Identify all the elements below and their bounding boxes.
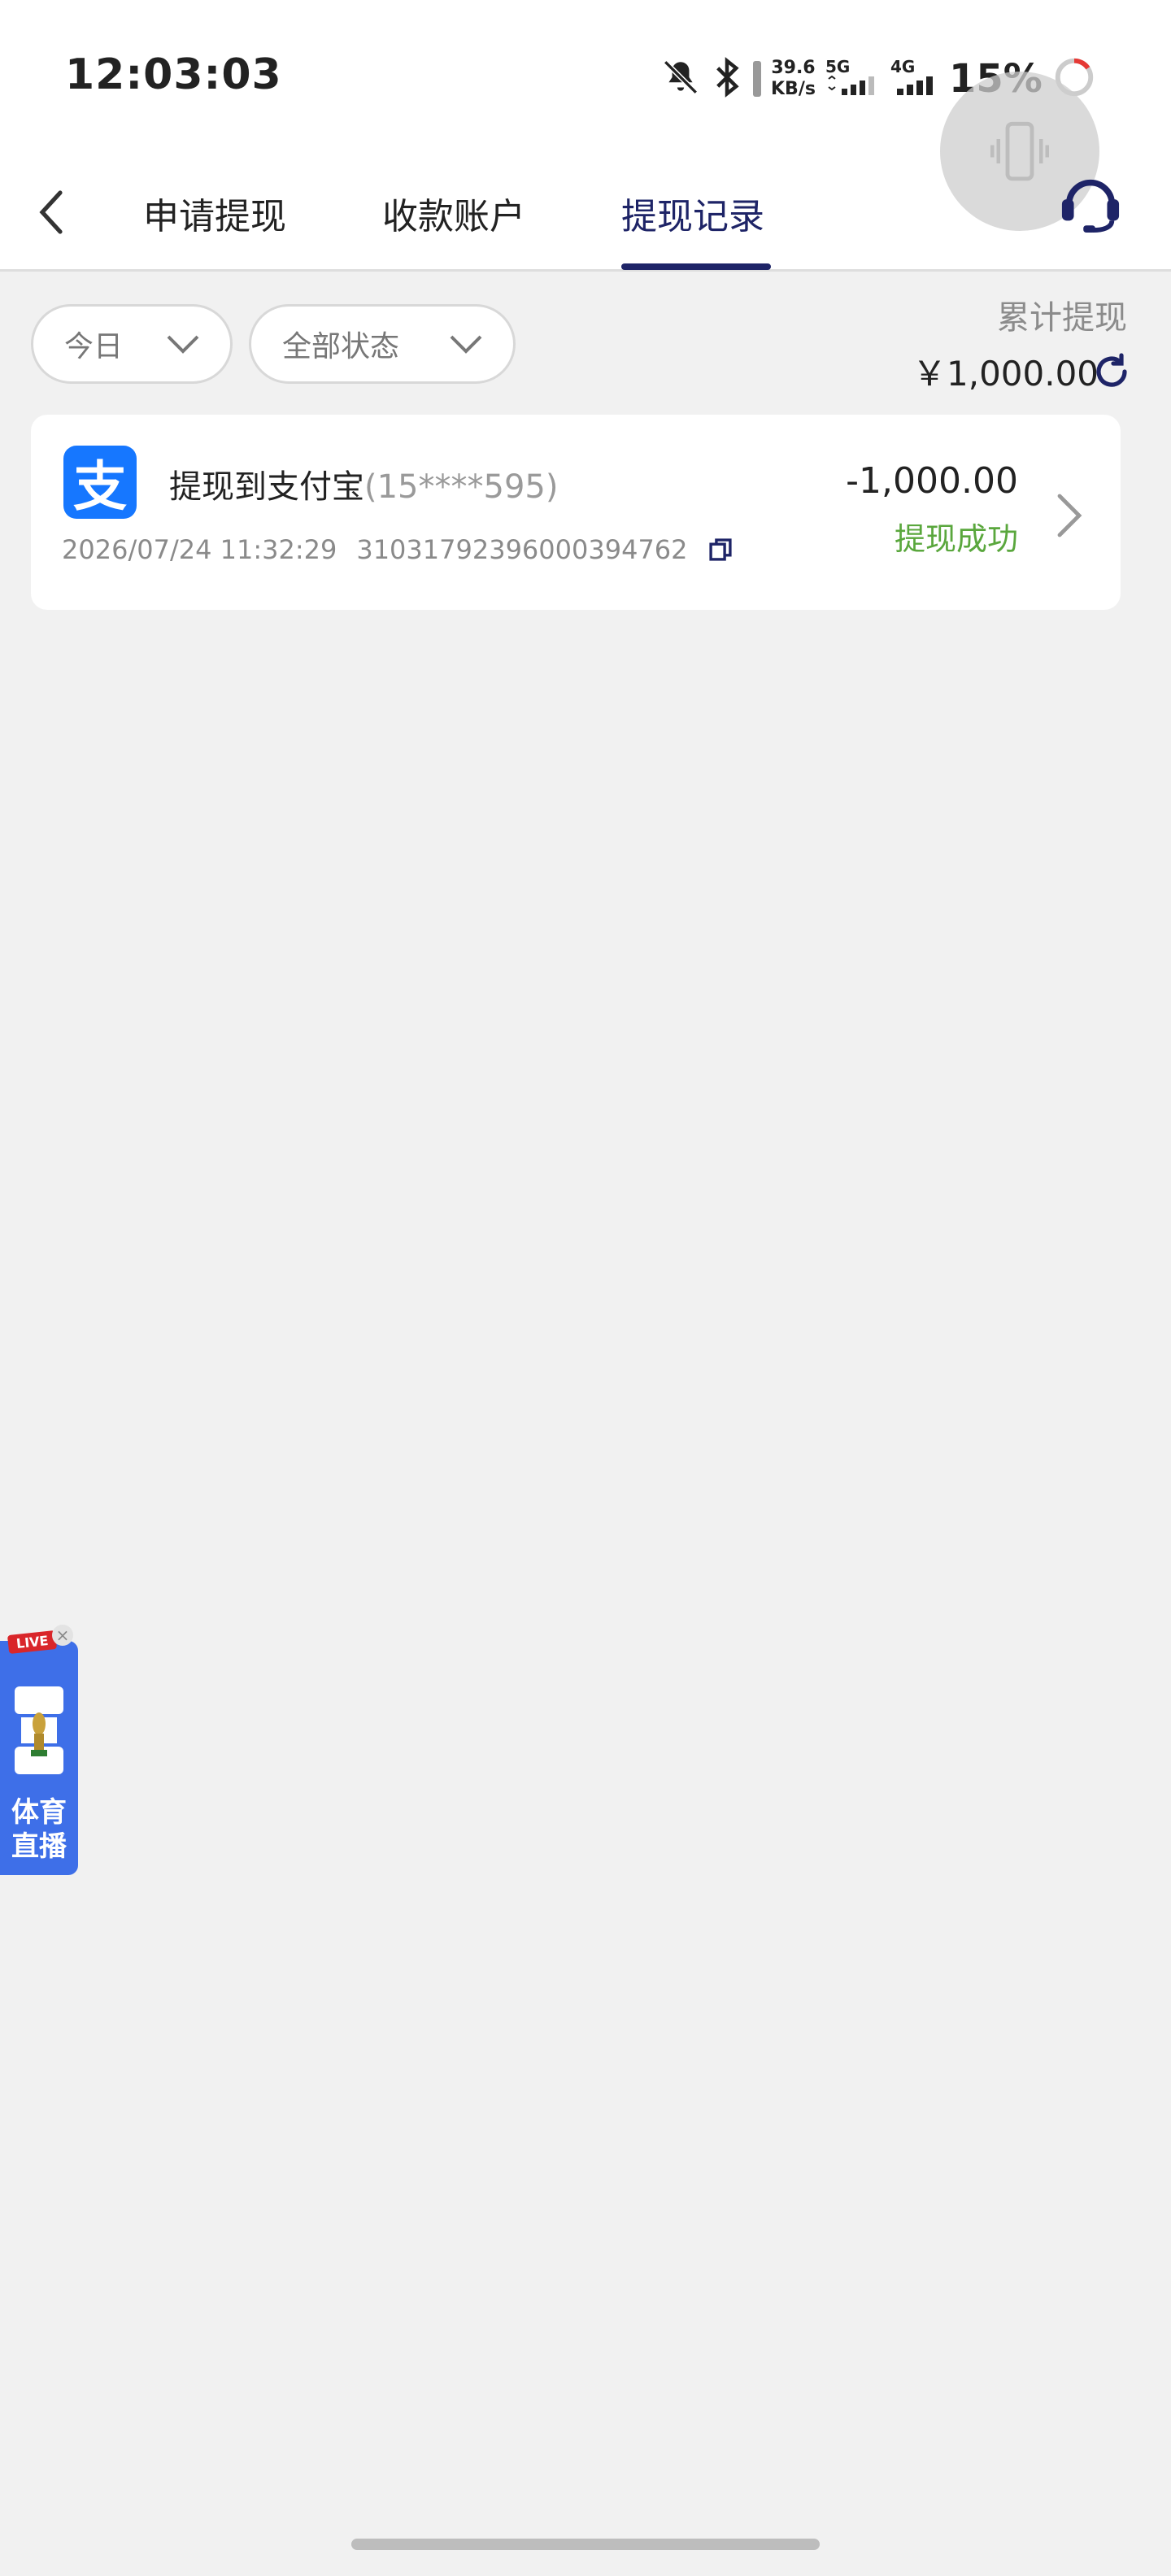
live-sports-badge[interactable]: LIVE × 体育 直播 <box>0 1625 78 1875</box>
active-tab-indicator <box>621 263 771 270</box>
status-filter-label: 全部状态 <box>282 330 400 363</box>
record-amount: -1,000.00 <box>846 460 1018 502</box>
signal-icon <box>890 76 939 100</box>
alipay-logo-icon: 支 <box>63 446 137 519</box>
record-datetime: 2026/07/24 11:32:29 <box>62 534 337 565</box>
network-4g: 4G <box>890 58 939 100</box>
refresh-button[interactable] <box>1090 350 1134 394</box>
tab-receiving-account[interactable]: 收款账户 <box>382 154 525 272</box>
net2-label: 4G <box>890 57 916 76</box>
live-line1: 体育 <box>11 1796 67 1829</box>
copy-serial-button[interactable] <box>704 533 737 566</box>
network-speed: 39.6 KB/s <box>771 58 816 100</box>
record-meta: 2026/07/24 11:32:29 31031792396000394762 <box>62 533 737 566</box>
withdraw-record-card[interactable]: 支 提现到支付宝(15****595) 2026/07/24 11:32:29 … <box>31 415 1121 610</box>
refresh-icon <box>1096 353 1127 387</box>
chevron-right-icon <box>1057 494 1082 537</box>
customer-service-button[interactable] <box>1054 169 1127 234</box>
signal-icon <box>825 75 881 100</box>
phone-vibrate-icon <box>990 121 1049 181</box>
network-5g: 5G <box>825 58 881 100</box>
live-line2: 直播 <box>11 1830 67 1863</box>
chevron-left-icon <box>39 190 63 234</box>
chevron-down-icon <box>167 335 199 354</box>
trophy-logo-icon <box>15 1686 63 1774</box>
speed-value: 39.6 <box>771 58 816 78</box>
chevron-down-icon <box>450 335 482 354</box>
record-detail-arrow[interactable] <box>1049 483 1090 548</box>
speed-unit: KB/s <box>771 79 816 99</box>
headset-icon <box>1061 179 1120 233</box>
record-status: 提现成功 <box>894 521 1018 557</box>
live-tag: LIVE <box>7 1630 58 1655</box>
date-filter-label: 今日 <box>64 330 124 363</box>
record-serial: 31031792396000394762 <box>356 534 688 565</box>
record-title-text: 提现到支付宝 <box>169 468 364 506</box>
status-filter-dropdown[interactable]: 全部状态 <box>249 304 516 384</box>
total-withdraw-amount: ￥1,000.00 <box>912 354 1099 394</box>
home-indicator[interactable] <box>351 2539 820 2550</box>
copy-icon <box>708 538 732 561</box>
bluetooth-icon <box>711 55 743 102</box>
net1-label: 5G <box>825 57 851 76</box>
alipay-logo-char: 支 <box>73 455 127 518</box>
record-account: (15****595) <box>364 468 559 506</box>
live-badge-close-button[interactable]: × <box>52 1625 73 1646</box>
live-sports-label: 体育 直播 <box>0 1795 78 1864</box>
total-withdraw-label: 累计提现 <box>997 299 1127 337</box>
tab-withdraw-records[interactable]: 提现记录 <box>621 154 764 272</box>
bell-off-icon <box>660 57 701 101</box>
divider-bar <box>753 61 761 97</box>
record-title: 提现到支付宝(15****595) <box>169 460 558 507</box>
tab-apply-withdraw[interactable]: 申请提现 <box>143 154 286 272</box>
back-button[interactable] <box>28 176 76 249</box>
date-filter-dropdown[interactable]: 今日 <box>31 304 233 384</box>
status-time: 12:03:03 <box>65 50 282 99</box>
